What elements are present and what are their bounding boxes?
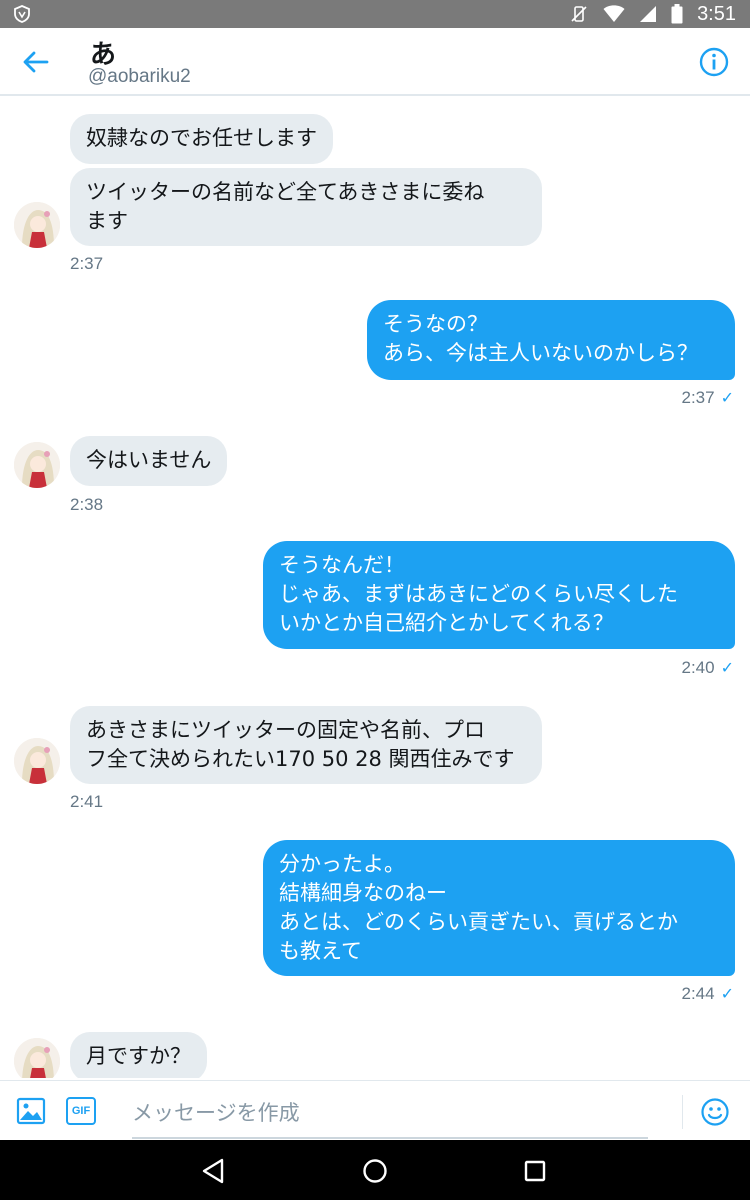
timestamp-text: 2:37 (681, 388, 715, 407)
avatar[interactable] (14, 738, 60, 784)
incoming-message[interactable]: 今はいません (70, 436, 228, 486)
composer-divider (682, 1095, 683, 1129)
conversation-handle: @aobariku2 (88, 66, 191, 87)
avatar-image (14, 442, 60, 488)
circle-home-icon (363, 1159, 387, 1183)
conversation-header: あ @aobariku2 (0, 28, 750, 96)
status-time: 3:51 (697, 2, 736, 25)
timestamp-text: 2:44 (681, 984, 715, 1003)
nav-back-button[interactable] (198, 1156, 228, 1186)
message-timestamp: 2:41 (70, 792, 104, 811)
message-timestamp: 2:44 ✓ (682, 984, 735, 1004)
avatar[interactable] (14, 442, 60, 488)
image-icon (16, 1097, 46, 1125)
nav-recents-button[interactable] (520, 1156, 550, 1186)
emoji-button[interactable] (700, 1097, 730, 1127)
shield-app-icon (14, 5, 30, 23)
info-icon (699, 47, 729, 77)
outgoing-message[interactable]: 分かったよ。 結構細身なのねー あとは、どのくらい貢ぎたい、貢げるとか も教えて (263, 840, 735, 976)
incoming-message[interactable]: 月ですか？ (70, 1032, 207, 1078)
message-composer: GIF メッセージを作成 (0, 1080, 750, 1140)
read-check-icon: ✓ (720, 390, 734, 407)
triangle-back-icon (202, 1158, 224, 1184)
avatar-image (14, 202, 60, 248)
gif-button[interactable]: GIF (66, 1097, 96, 1125)
nav-home-button[interactable] (360, 1156, 390, 1186)
status-bar: 3:51 (0, 0, 750, 28)
info-button[interactable] (698, 46, 730, 78)
message-timestamp: 2:37 (70, 254, 104, 273)
arrow-left-icon (23, 51, 49, 73)
message-timestamp: 2:38 (70, 495, 104, 514)
read-check-icon: ✓ (720, 660, 734, 677)
system-nav-bar (0, 1140, 750, 1200)
incoming-message[interactable]: 奴隷なのでお任せします (70, 114, 333, 164)
signal-icon (640, 6, 657, 22)
avatar[interactable] (14, 202, 60, 248)
message-timestamp: 2:37 ✓ (682, 388, 735, 408)
message-timestamp: 2:40 ✓ (682, 658, 735, 678)
incoming-message[interactable]: ツイッターの名前など全てあきさまに委ね ます (70, 168, 542, 246)
wifi-icon (603, 5, 625, 22)
timestamp-text: 2:40 (681, 658, 715, 677)
avatar[interactable] (14, 1038, 60, 1078)
back-button[interactable] (20, 46, 52, 78)
outgoing-message[interactable]: そうなんだ！ じゃあ、まずはあきにどのくらい尽くした いかとか自己紹介とかしてく… (263, 541, 735, 649)
square-recents-icon (524, 1160, 546, 1182)
message-input[interactable]: メッセージを作成 (132, 1093, 648, 1139)
message-list[interactable]: 奴隷なのでお任せします ツイッターの名前など全てあきさまに委ね ます 2:37 … (0, 98, 750, 1078)
read-check-icon: ✓ (720, 986, 734, 1003)
outgoing-message[interactable]: そうなの？ あら、今は主人いないのかしら？ (367, 300, 735, 380)
avatar-image (14, 1038, 60, 1078)
avatar-image (14, 738, 60, 784)
battery-icon (671, 4, 683, 24)
incoming-message[interactable]: あきさまにツイッターの固定や名前、プロ フ全て決められたい170 50 28 関… (70, 706, 542, 784)
emoji-icon (701, 1098, 729, 1126)
vibrate-off-icon (571, 6, 587, 22)
add-image-button[interactable] (16, 1097, 46, 1125)
